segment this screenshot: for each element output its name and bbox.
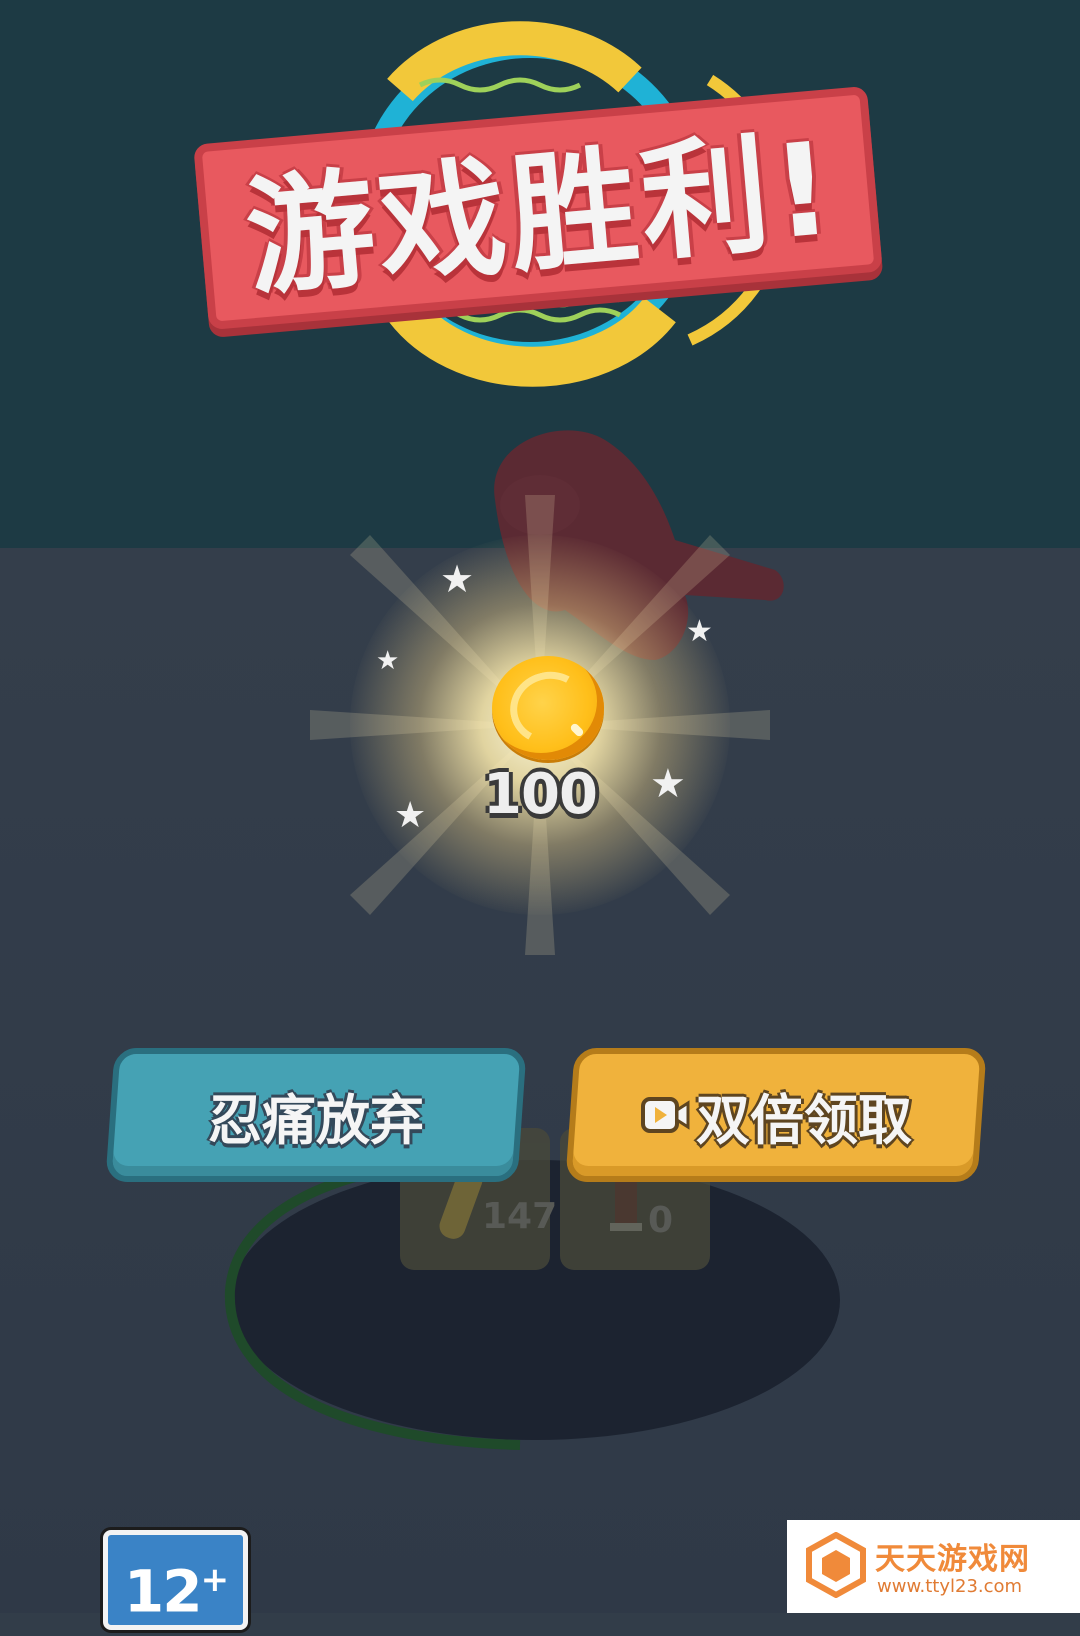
watermark-site-url: www.ttyl23.com — [877, 1576, 1023, 1597]
age-rating-number: 12 — [123, 1557, 203, 1626]
sparkle-star-icon: ★ — [376, 646, 400, 676]
sparkle-star-icon: ★ — [394, 795, 427, 836]
victory-title-graphic: 游戏胜利! — [190, 10, 890, 400]
double-claim-label: 双倍领取 — [696, 1088, 912, 1152]
site-logo-icon — [806, 1532, 866, 1598]
sparkle-star-icon: ★ — [686, 614, 713, 649]
age-rating-plus: + — [200, 1560, 229, 1600]
reward-amount: 100 — [483, 762, 598, 827]
watermark-site-name: 天天游戏网 — [875, 1542, 1030, 1577]
double-claim-button[interactable]: 双倍领取 — [565, 1048, 987, 1182]
sparkle-star-icon: ★ — [650, 761, 686, 807]
age-rating-badge: 12+ — [103, 1530, 248, 1630]
give-up-label: 忍痛放弃 — [208, 1088, 424, 1152]
weapon-count: 0 — [648, 1200, 674, 1241]
coin-rim-highlight — [502, 663, 596, 753]
give-up-button[interactable]: 忍痛放弃 — [105, 1048, 527, 1182]
video-play-icon — [641, 1097, 690, 1133]
sparkle-star-icon: ★ — [440, 557, 475, 601]
ammo-count: 147 — [482, 1196, 558, 1237]
site-watermark: 天天游戏网 www.ttyl23.com — [787, 1520, 1080, 1613]
gold-coin-icon — [492, 656, 604, 760]
